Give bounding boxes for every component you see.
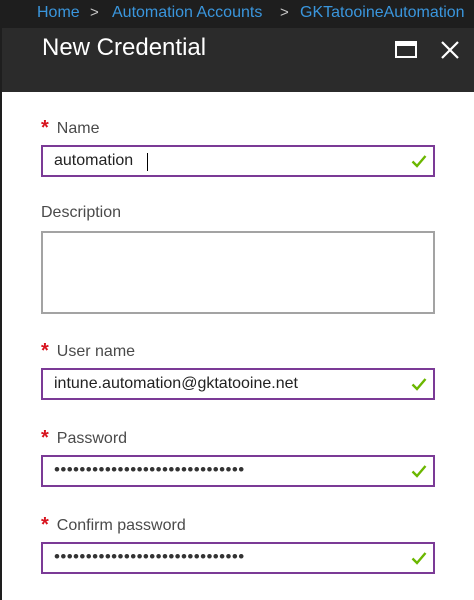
valid-check-icon — [411, 465, 427, 478]
valid-check-icon — [411, 552, 427, 565]
left-edge — [0, 28, 2, 600]
valid-check-icon — [411, 378, 427, 391]
chevron-right-icon: > — [90, 4, 99, 21]
name-label: * Name — [41, 116, 99, 139]
confirm-password-label: * Confirm password — [41, 513, 186, 536]
confirm-password-label-text: Confirm password — [56, 517, 186, 534]
close-icon — [441, 41, 459, 59]
breadcrumb-gktatooineautomation[interactable]: GKTatooineAutomation — [300, 4, 465, 22]
required-marker: * — [41, 340, 49, 362]
username-label-text: User name — [56, 343, 136, 360]
required-marker: * — [41, 427, 49, 449]
description-field[interactable] — [41, 231, 435, 314]
breadcrumb: Home > Automation Accounts > GKTatooineA… — [0, 0, 474, 28]
required-marker: * — [41, 514, 49, 536]
description-label: Description — [41, 204, 122, 221]
password-field[interactable]: •••••••••••••••••••••••••••••• — [41, 455, 435, 487]
required-marker: * — [41, 117, 49, 139]
confirm-password-value: •••••••••••••••••••••••••••••• — [54, 547, 245, 566]
maximize-button[interactable] — [392, 36, 420, 64]
password-label: * Password — [41, 426, 127, 449]
confirm-password-field[interactable]: •••••••••••••••••••••••••••••• — [41, 542, 435, 574]
maximize-icon — [395, 41, 417, 58]
page-title: New Credential — [42, 34, 207, 61]
chevron-right-icon: > — [280, 4, 289, 21]
username-field[interactable]: intune.automation@gktatooine.net — [41, 368, 435, 400]
password-label-text: Password — [56, 430, 128, 447]
name-label-text: Name — [56, 120, 100, 137]
name-field[interactable]: automation — [41, 145, 435, 177]
blade-header: New Credential — [2, 28, 474, 92]
username-label: * User name — [41, 339, 135, 362]
username-value: intune.automation@gktatooine.net — [54, 375, 298, 392]
valid-check-icon — [411, 155, 427, 168]
close-button[interactable] — [436, 36, 464, 64]
text-cursor — [147, 153, 148, 171]
breadcrumb-automation-accounts[interactable]: Automation Accounts — [112, 4, 262, 22]
name-value: automation — [54, 152, 134, 169]
password-value: •••••••••••••••••••••••••••••• — [54, 460, 245, 479]
breadcrumb-home[interactable]: Home — [37, 4, 80, 22]
